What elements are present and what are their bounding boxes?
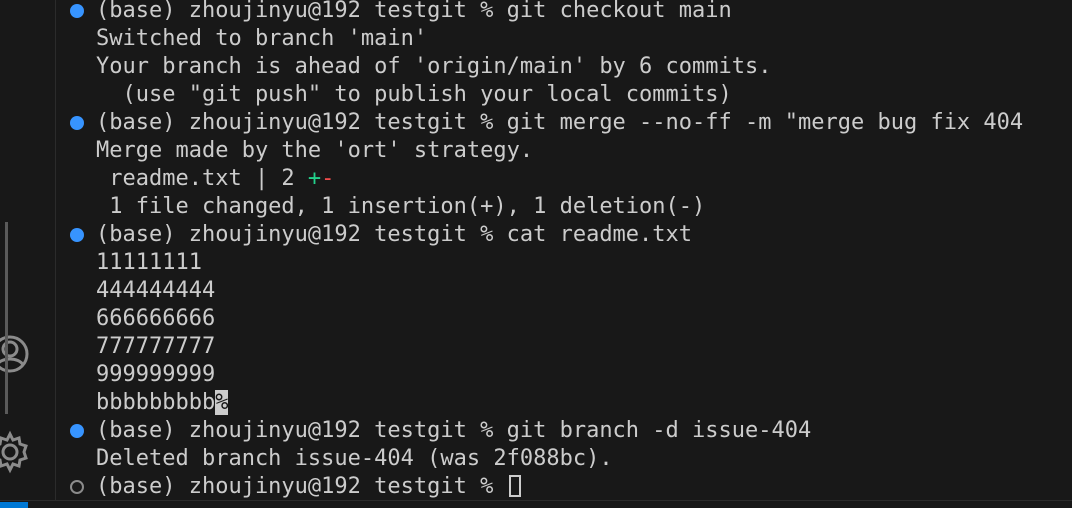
command-success-decoration-icon[interactable] — [70, 4, 84, 18]
terminal-output-line: 444444444 — [96, 278, 216, 303]
status-bar-remote-indicator[interactable] — [0, 502, 28, 508]
terminal-command-highlight-bar — [5, 222, 8, 414]
activity-bar — [0, 0, 56, 508]
terminal-output-line: 1 file changed, 1 insertion(+), 1 deleti… — [96, 194, 706, 219]
terminal-output-line: 666666666 — [96, 306, 216, 331]
terminal-output-line: (use "git push" to publish your local co… — [96, 82, 732, 107]
terminal-output-line: Your branch is ahead of 'origin/main' by… — [96, 54, 772, 79]
terminal-output-line: 777777777 — [96, 334, 216, 359]
terminal-command-line: (base) zhoujinyu@192 testgit % git check… — [96, 0, 732, 23]
terminal-output-line: Switched to branch 'main' — [96, 26, 428, 51]
terminal-output-line: 11111111 — [96, 250, 202, 275]
terminal-diffstat-line: readme.txt | 2 +- — [96, 165, 334, 193]
terminal-output-line: 999999999 — [96, 362, 216, 387]
command-success-decoration-icon[interactable] — [70, 228, 84, 242]
terminal-output-line: Deleted branch issue-404 (was 2f088bc). — [96, 446, 613, 471]
terminal-output-line: Merge made by the 'ort' strategy. — [96, 138, 534, 163]
command-success-decoration-icon[interactable] — [70, 116, 84, 130]
diffstat-minus: - — [321, 166, 335, 191]
settings-gear-icon[interactable] — [0, 428, 34, 476]
vscode-window: (base) zhoujinyu@192 testgit % git check… — [0, 0, 1072, 508]
command-success-decoration-icon[interactable] — [70, 424, 84, 438]
no-newline-marker: % — [215, 390, 229, 415]
file-last-line: bbbbbbbbb — [96, 390, 216, 415]
terminal-command-line: (base) zhoujinyu@192 testgit % cat readm… — [96, 222, 693, 247]
terminal-prompt: (base) zhoujinyu@192 testgit % — [96, 474, 507, 499]
terminal-cursor — [508, 475, 521, 497]
terminal-panel[interactable]: (base) zhoujinyu@192 testgit % git check… — [56, 0, 1072, 500]
terminal-prompt-line[interactable]: (base) zhoujinyu@192 testgit % — [96, 473, 521, 501]
diffstat-plus: + — [307, 166, 322, 191]
command-pending-decoration-icon[interactable] — [70, 480, 84, 494]
terminal-command-line: (base) zhoujinyu@192 testgit % git merge… — [96, 110, 1024, 135]
panel-bottom-border — [0, 500, 1072, 508]
diffstat-file: readme.txt | 2 — [96, 166, 308, 191]
terminal-command-line: (base) zhoujinyu@192 testgit % git branc… — [96, 418, 812, 443]
terminal-output-line: bbbbbbbbb% — [96, 389, 229, 417]
